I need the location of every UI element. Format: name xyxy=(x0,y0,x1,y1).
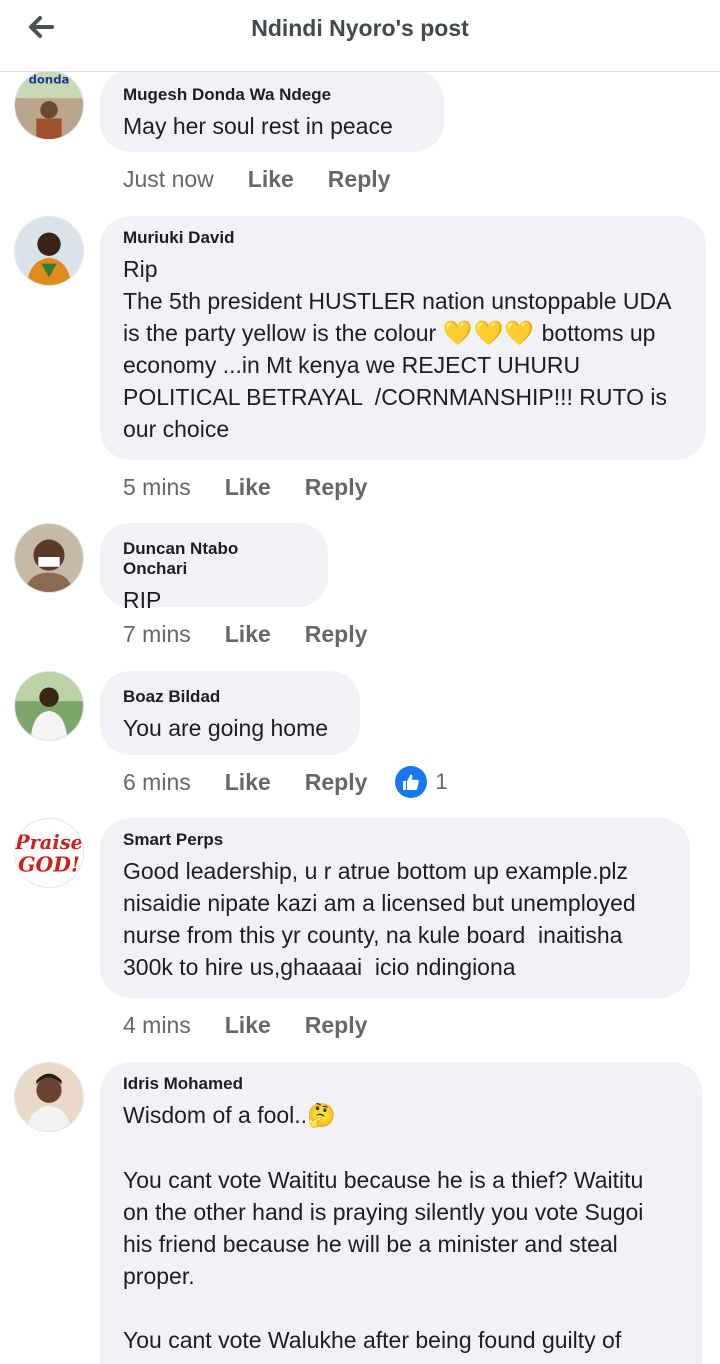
comment-line: his friend because he will be a minister… xyxy=(123,1231,618,1257)
avatar[interactable]: donda xyxy=(14,70,84,140)
comment-text: RIP xyxy=(123,587,162,613)
comment-bubble: Muriuki David Rip The 5th president HUST… xyxy=(100,216,706,460)
comment-line: 300k to hire us,ghaaaai icio ndingiona xyxy=(123,954,516,980)
reply-button[interactable]: Reply xyxy=(305,769,368,796)
comment-line: our choice xyxy=(123,416,230,442)
comment-author[interactable]: Idris Mohamed xyxy=(123,1074,679,1094)
avatar-label: Praise xyxy=(15,831,83,854)
comment-line: Wisdom of a fool.. xyxy=(123,1102,308,1128)
like-button[interactable]: Like xyxy=(225,1012,271,1039)
avatar[interactable] xyxy=(14,216,84,286)
reply-button[interactable]: Reply xyxy=(328,166,391,193)
comment-author[interactable]: Boaz Bildad xyxy=(123,687,337,707)
comment-time[interactable]: Just now xyxy=(123,166,214,193)
comment-text: May her soul rest in peace xyxy=(123,113,393,139)
comment-actions: 5 mins Like Reply xyxy=(123,472,401,502)
comment-author[interactable]: Duncan Ntabo Onchari xyxy=(123,539,305,579)
comment-author[interactable]: Muriuki David xyxy=(123,228,683,248)
thumbs-up-icon xyxy=(395,766,428,798)
comment-text: Good leadership, u r atrue bottom up exa… xyxy=(123,855,667,983)
comment-line: nurse from this yr county, na kule board… xyxy=(123,922,623,948)
reply-button[interactable]: Reply xyxy=(305,474,368,501)
avatar[interactable] xyxy=(14,523,84,593)
comment-bubble: Boaz Bildad You are going home xyxy=(100,671,360,755)
comment-line: Good leadership, u r atrue bottom up exa… xyxy=(123,858,629,884)
comment-line: Rip xyxy=(123,256,158,282)
comment-bubble: Mugesh Donda Wa Ndege May her soul rest … xyxy=(100,70,444,152)
post-header: Ndindi Nyoro's post xyxy=(0,0,720,72)
comment-text: You are going home xyxy=(123,715,329,741)
page-title: Ndindi Nyoro's post xyxy=(251,15,469,41)
comment-author[interactable]: Smart Perps xyxy=(123,830,667,850)
avatar-label: GOD! xyxy=(18,852,80,876)
comment-time[interactable]: 5 mins xyxy=(123,474,191,501)
comment-text: Wisdom of a fool..🤔 You cant vote Waitit… xyxy=(123,1099,679,1356)
comment-time[interactable]: 6 mins xyxy=(123,769,191,796)
yellow-heart-emoji: 💛💛💛 xyxy=(442,319,536,347)
comment-time[interactable]: 4 mins xyxy=(123,1012,191,1039)
like-button[interactable]: Like xyxy=(225,769,271,796)
comment-bubble: Smart Perps Good leadership, u r atrue b… xyxy=(100,818,690,998)
comment-actions: 7 mins Like Reply xyxy=(123,619,401,649)
comment-line: economy ...in Mt kenya we REJECT UHURU xyxy=(123,352,581,378)
reaction-count: 1 xyxy=(435,769,448,794)
comment-time[interactable]: 7 mins xyxy=(123,621,191,648)
comment-bubble: Duncan Ntabo Onchari RIP xyxy=(100,523,328,613)
comment-line: POLITICAL BETRAYAL /CORNMANSHIP!!! RUTO … xyxy=(123,384,668,410)
comment-line: You cant vote Walukhe after being found … xyxy=(123,1327,622,1353)
avatar[interactable]: Praise GOD! xyxy=(14,818,84,888)
like-button[interactable]: Like xyxy=(248,166,294,193)
comment-line: nisaidie nipate kazi am a licensed but u… xyxy=(123,890,636,916)
comment-actions: 6 mins Like Reply 1 xyxy=(123,766,448,798)
comment-line: on the other hand is praying silently yo… xyxy=(123,1199,644,1225)
reply-button[interactable]: Reply xyxy=(305,621,368,648)
thinking-face-emoji: 🤔 xyxy=(307,1103,336,1129)
comment-actions: 4 mins Like Reply xyxy=(123,1010,401,1040)
like-button[interactable]: Like xyxy=(225,621,271,648)
comment-actions: Just now Like Reply xyxy=(123,164,424,194)
comment-text: Rip The 5th president HUSTLER nation uns… xyxy=(123,253,683,445)
avatar-label: donda xyxy=(29,73,70,87)
comment-line: proper. xyxy=(123,1263,195,1289)
like-button[interactable]: Like xyxy=(225,474,271,501)
comment-line: is the party yellow is the colour xyxy=(123,320,437,346)
comment-line: The 5th president HUSTLER nation unstopp… xyxy=(123,288,672,314)
comment-author[interactable]: Mugesh Donda Wa Ndege xyxy=(123,85,421,105)
avatar[interactable] xyxy=(14,671,84,741)
reaction-summary[interactable]: 1 xyxy=(395,766,448,798)
comment-bubble: Idris Mohamed Wisdom of a fool..🤔 You ca… xyxy=(100,1062,702,1364)
comment-line: You cant vote Waititu because he is a th… xyxy=(123,1167,644,1193)
comment-line: bottoms up xyxy=(541,320,656,346)
avatar[interactable] xyxy=(14,1062,84,1132)
reply-button[interactable]: Reply xyxy=(305,1012,368,1039)
